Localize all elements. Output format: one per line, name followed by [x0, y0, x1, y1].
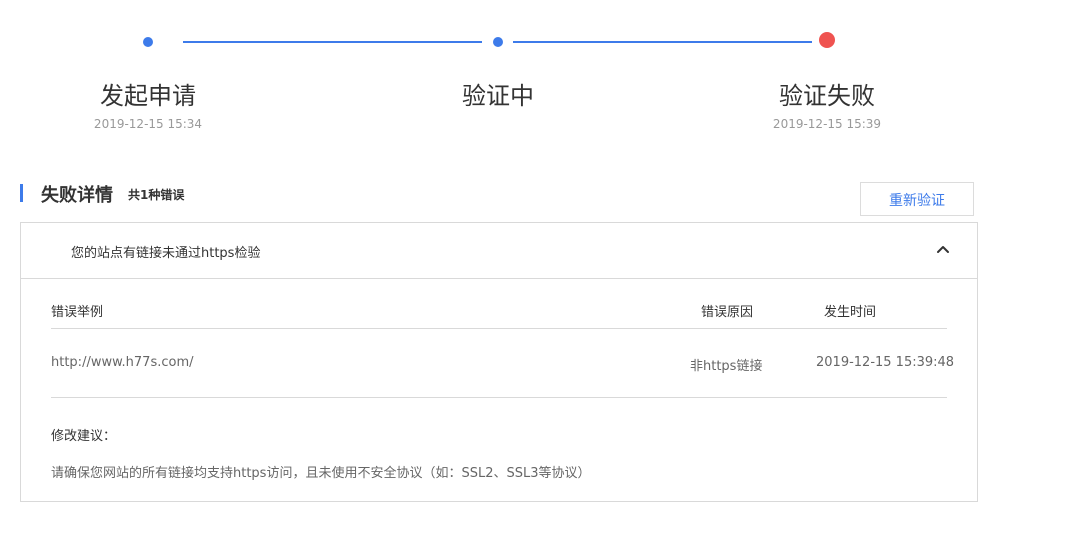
step-3-time: 2019-12-15 15:39 — [772, 117, 882, 131]
chevron-up-icon[interactable] — [935, 241, 951, 257]
step-3-dot — [819, 32, 835, 48]
section-accent-bar — [20, 184, 23, 202]
suggestion-text: 请确保您网站的所有链接均支持https访问，且未使用不安全协议（如：SSL2、S… — [51, 466, 591, 481]
suggestion-label: 修改建议： — [51, 429, 117, 444]
cell-time: 2019-12-15 15:39:48 — [816, 355, 955, 370]
col-header-time: 发生时间 — [824, 305, 877, 320]
table-header-divider — [51, 328, 947, 329]
table-row-divider — [51, 397, 947, 398]
cell-reason: 非https链接 — [690, 359, 763, 374]
step-2-dot — [493, 37, 503, 47]
retry-verify-button[interactable]: 重新验证 — [860, 182, 974, 216]
step-1-dot — [143, 37, 153, 47]
step-1-title: 发起申请 — [100, 82, 196, 110]
col-header-reason: 错误原因 — [701, 305, 754, 320]
error-count: 共1种错误 — [128, 188, 185, 202]
col-header-example: 错误举例 — [51, 305, 104, 320]
step-connector-1 — [183, 41, 482, 43]
failure-detail-panel: 您的站点有链接未通过https检验 错误举例 错误原因 发生时间 http://… — [20, 222, 978, 502]
step-connector-2 — [513, 41, 812, 43]
cell-example-url: http://www.h77s.com/ — [51, 355, 194, 370]
panel-header[interactable]: 您的站点有链接未通过https检验 — [21, 223, 977, 279]
step-2-title: 验证中 — [462, 82, 534, 110]
step-3-title: 验证失败 — [779, 82, 875, 110]
section-title: 失败详情 — [41, 185, 113, 206]
step-1-time: 2019-12-15 15:34 — [93, 117, 203, 131]
panel-header-text: 您的站点有链接未通过https检验 — [71, 246, 261, 261]
